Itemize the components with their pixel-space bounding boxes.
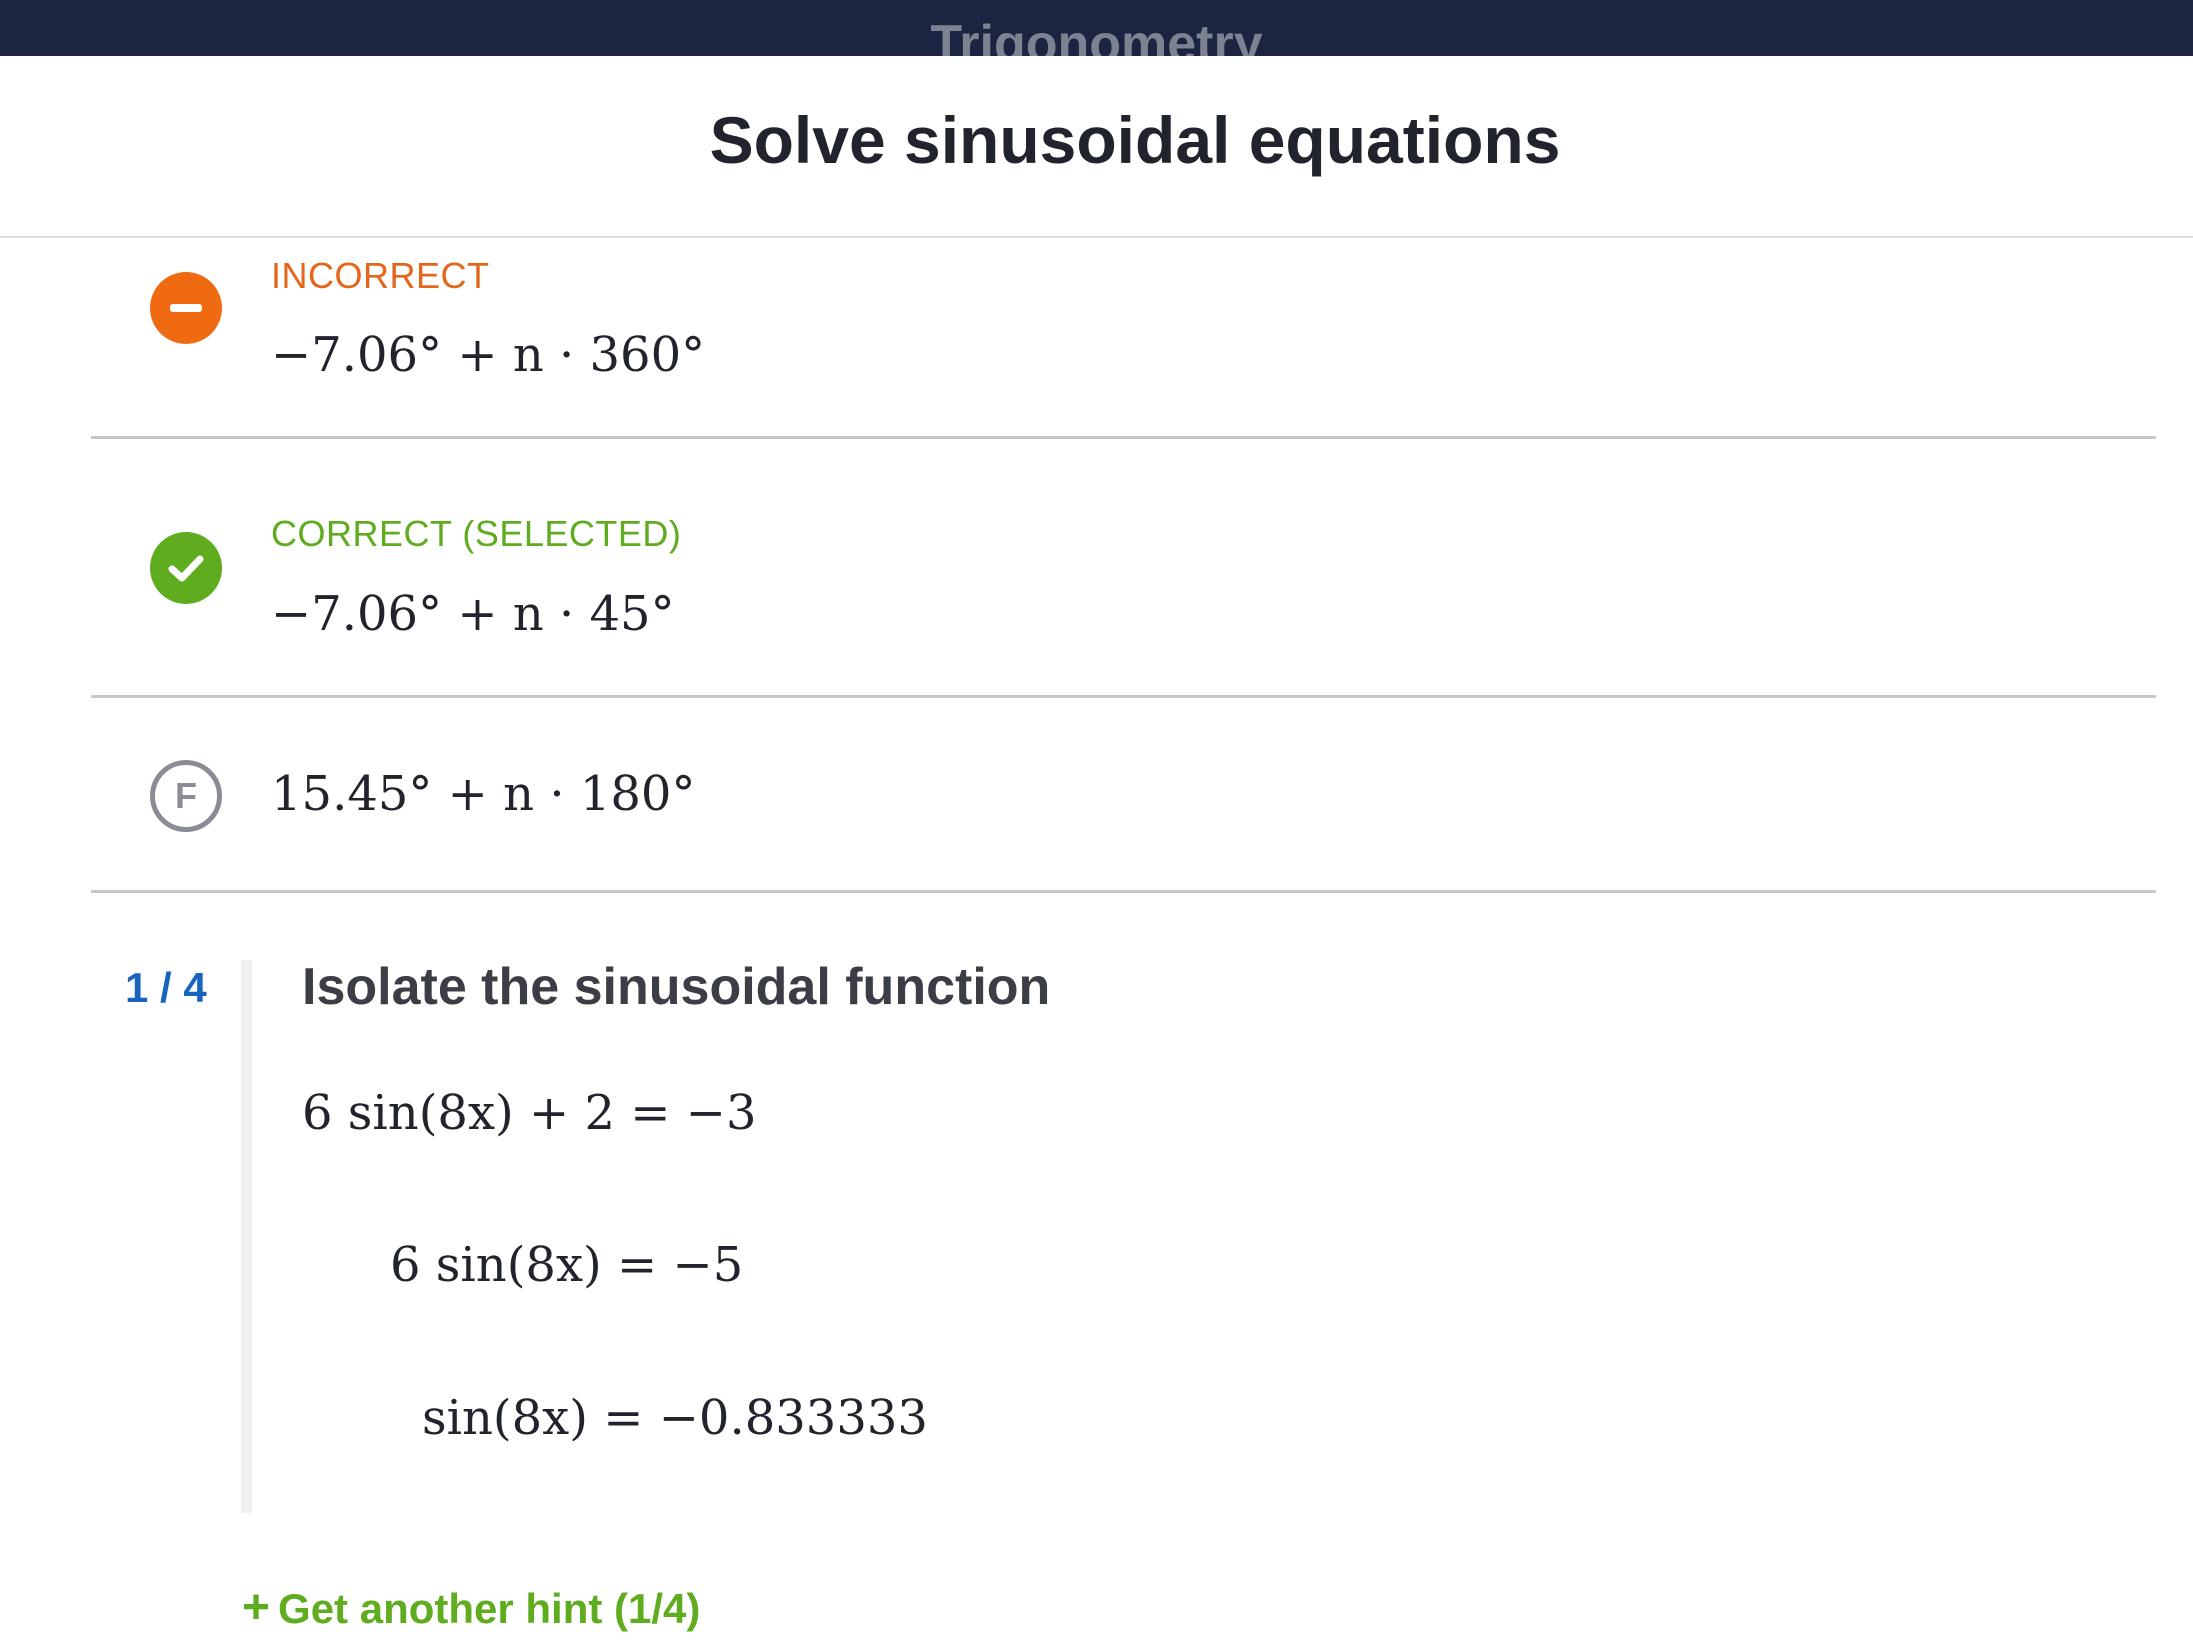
check-icon: [150, 532, 222, 604]
page-title: Solve sinusoidal equations: [709, 103, 1561, 177]
choice-expression: −7.06° + n · 360°: [271, 327, 706, 383]
choice-expression: 15.45° + n · 180°: [271, 766, 696, 822]
hint-step-counter: 1 / 4: [125, 964, 207, 1011]
plus-icon: +: [242, 1581, 271, 1634]
get-another-hint-button[interactable]: + Get another hint (1/4): [242, 1582, 700, 1635]
hint-side-bar: [241, 960, 252, 1513]
hint-title: Isolate the sinusoidal function: [302, 958, 1051, 1016]
status-label: INCORRECT: [271, 255, 490, 296]
divider: [91, 890, 2156, 893]
course-title: Trigonometry: [930, 15, 1263, 56]
top-bar: Trigonometry: [0, 0, 2193, 56]
hint-equation: sin(8x) = −0.833333: [422, 1390, 928, 1446]
divider: [91, 436, 2156, 439]
get-another-hint-label: Get another hint (1/4): [278, 1585, 701, 1632]
header-divider: [0, 236, 2193, 238]
minus-icon: [150, 272, 222, 344]
hint-equation: 6 sin(8x) + 2 = −3: [302, 1085, 757, 1141]
choice-expression: −7.06° + n · 45°: [271, 586, 675, 642]
choice-letter-badge: F: [150, 760, 222, 832]
divider: [91, 695, 2156, 698]
status-label: CORRECT (SELECTED): [271, 513, 682, 554]
hint-equation: 6 sin(8x) = −5: [390, 1237, 744, 1293]
